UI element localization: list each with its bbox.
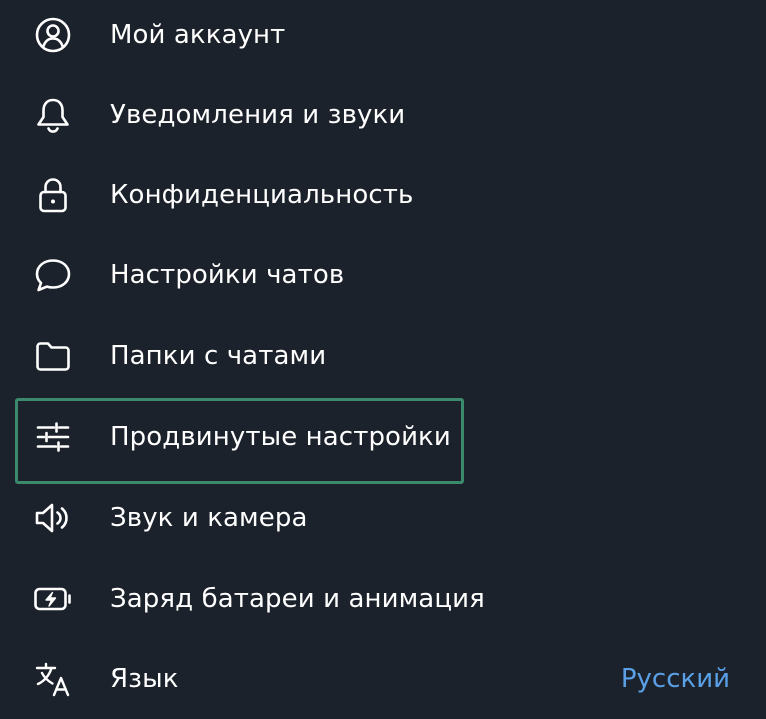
translate-icon: [33, 659, 73, 699]
menu-item-label: Звук и камера: [110, 503, 308, 533]
menu-item-label: Продвинутые настройки: [110, 422, 451, 452]
language-value: Русский: [620, 664, 730, 694]
menu-item-label: Мой аккаунт: [110, 20, 286, 50]
menu-item-label: Папки с чатами: [110, 341, 327, 371]
menu-item-label: Настройки чатов: [110, 260, 345, 290]
bell-icon: [33, 95, 73, 135]
menu-item-language[interactable]: Язык Русский: [0, 639, 766, 719]
menu-item-chat-folders[interactable]: Папки с чатами: [0, 316, 766, 396]
menu-item-label: Язык: [110, 664, 179, 694]
menu-item-chat-settings[interactable]: Настройки чатов: [0, 235, 766, 315]
menu-item-label: Заряд батареи и анимация: [110, 584, 485, 614]
account-icon: [33, 15, 73, 55]
menu-item-notifications[interactable]: Уведомления и звуки: [0, 75, 766, 155]
menu-item-label: Конфиденциальность: [110, 180, 414, 210]
menu-item-sound-camera[interactable]: Звук и камера: [0, 478, 766, 558]
battery-icon: [33, 579, 73, 619]
sliders-icon: [33, 417, 73, 457]
speaker-icon: [33, 498, 73, 538]
menu-item-battery-animation[interactable]: Заряд батареи и анимация: [0, 559, 766, 639]
menu-item-privacy[interactable]: Конфиденциальность: [0, 155, 766, 235]
chat-bubble-icon: [33, 255, 73, 295]
menu-item-label: Уведомления и звуки: [110, 100, 406, 130]
lock-icon: [33, 175, 73, 215]
menu-item-my-account[interactable]: Мой аккаунт: [0, 0, 766, 75]
settings-menu: Мой аккаунт Уведомления и звуки Конфиден…: [0, 0, 766, 712]
folder-icon: [33, 336, 73, 376]
menu-item-advanced-settings[interactable]: Продвинутые настройки: [0, 397, 766, 477]
